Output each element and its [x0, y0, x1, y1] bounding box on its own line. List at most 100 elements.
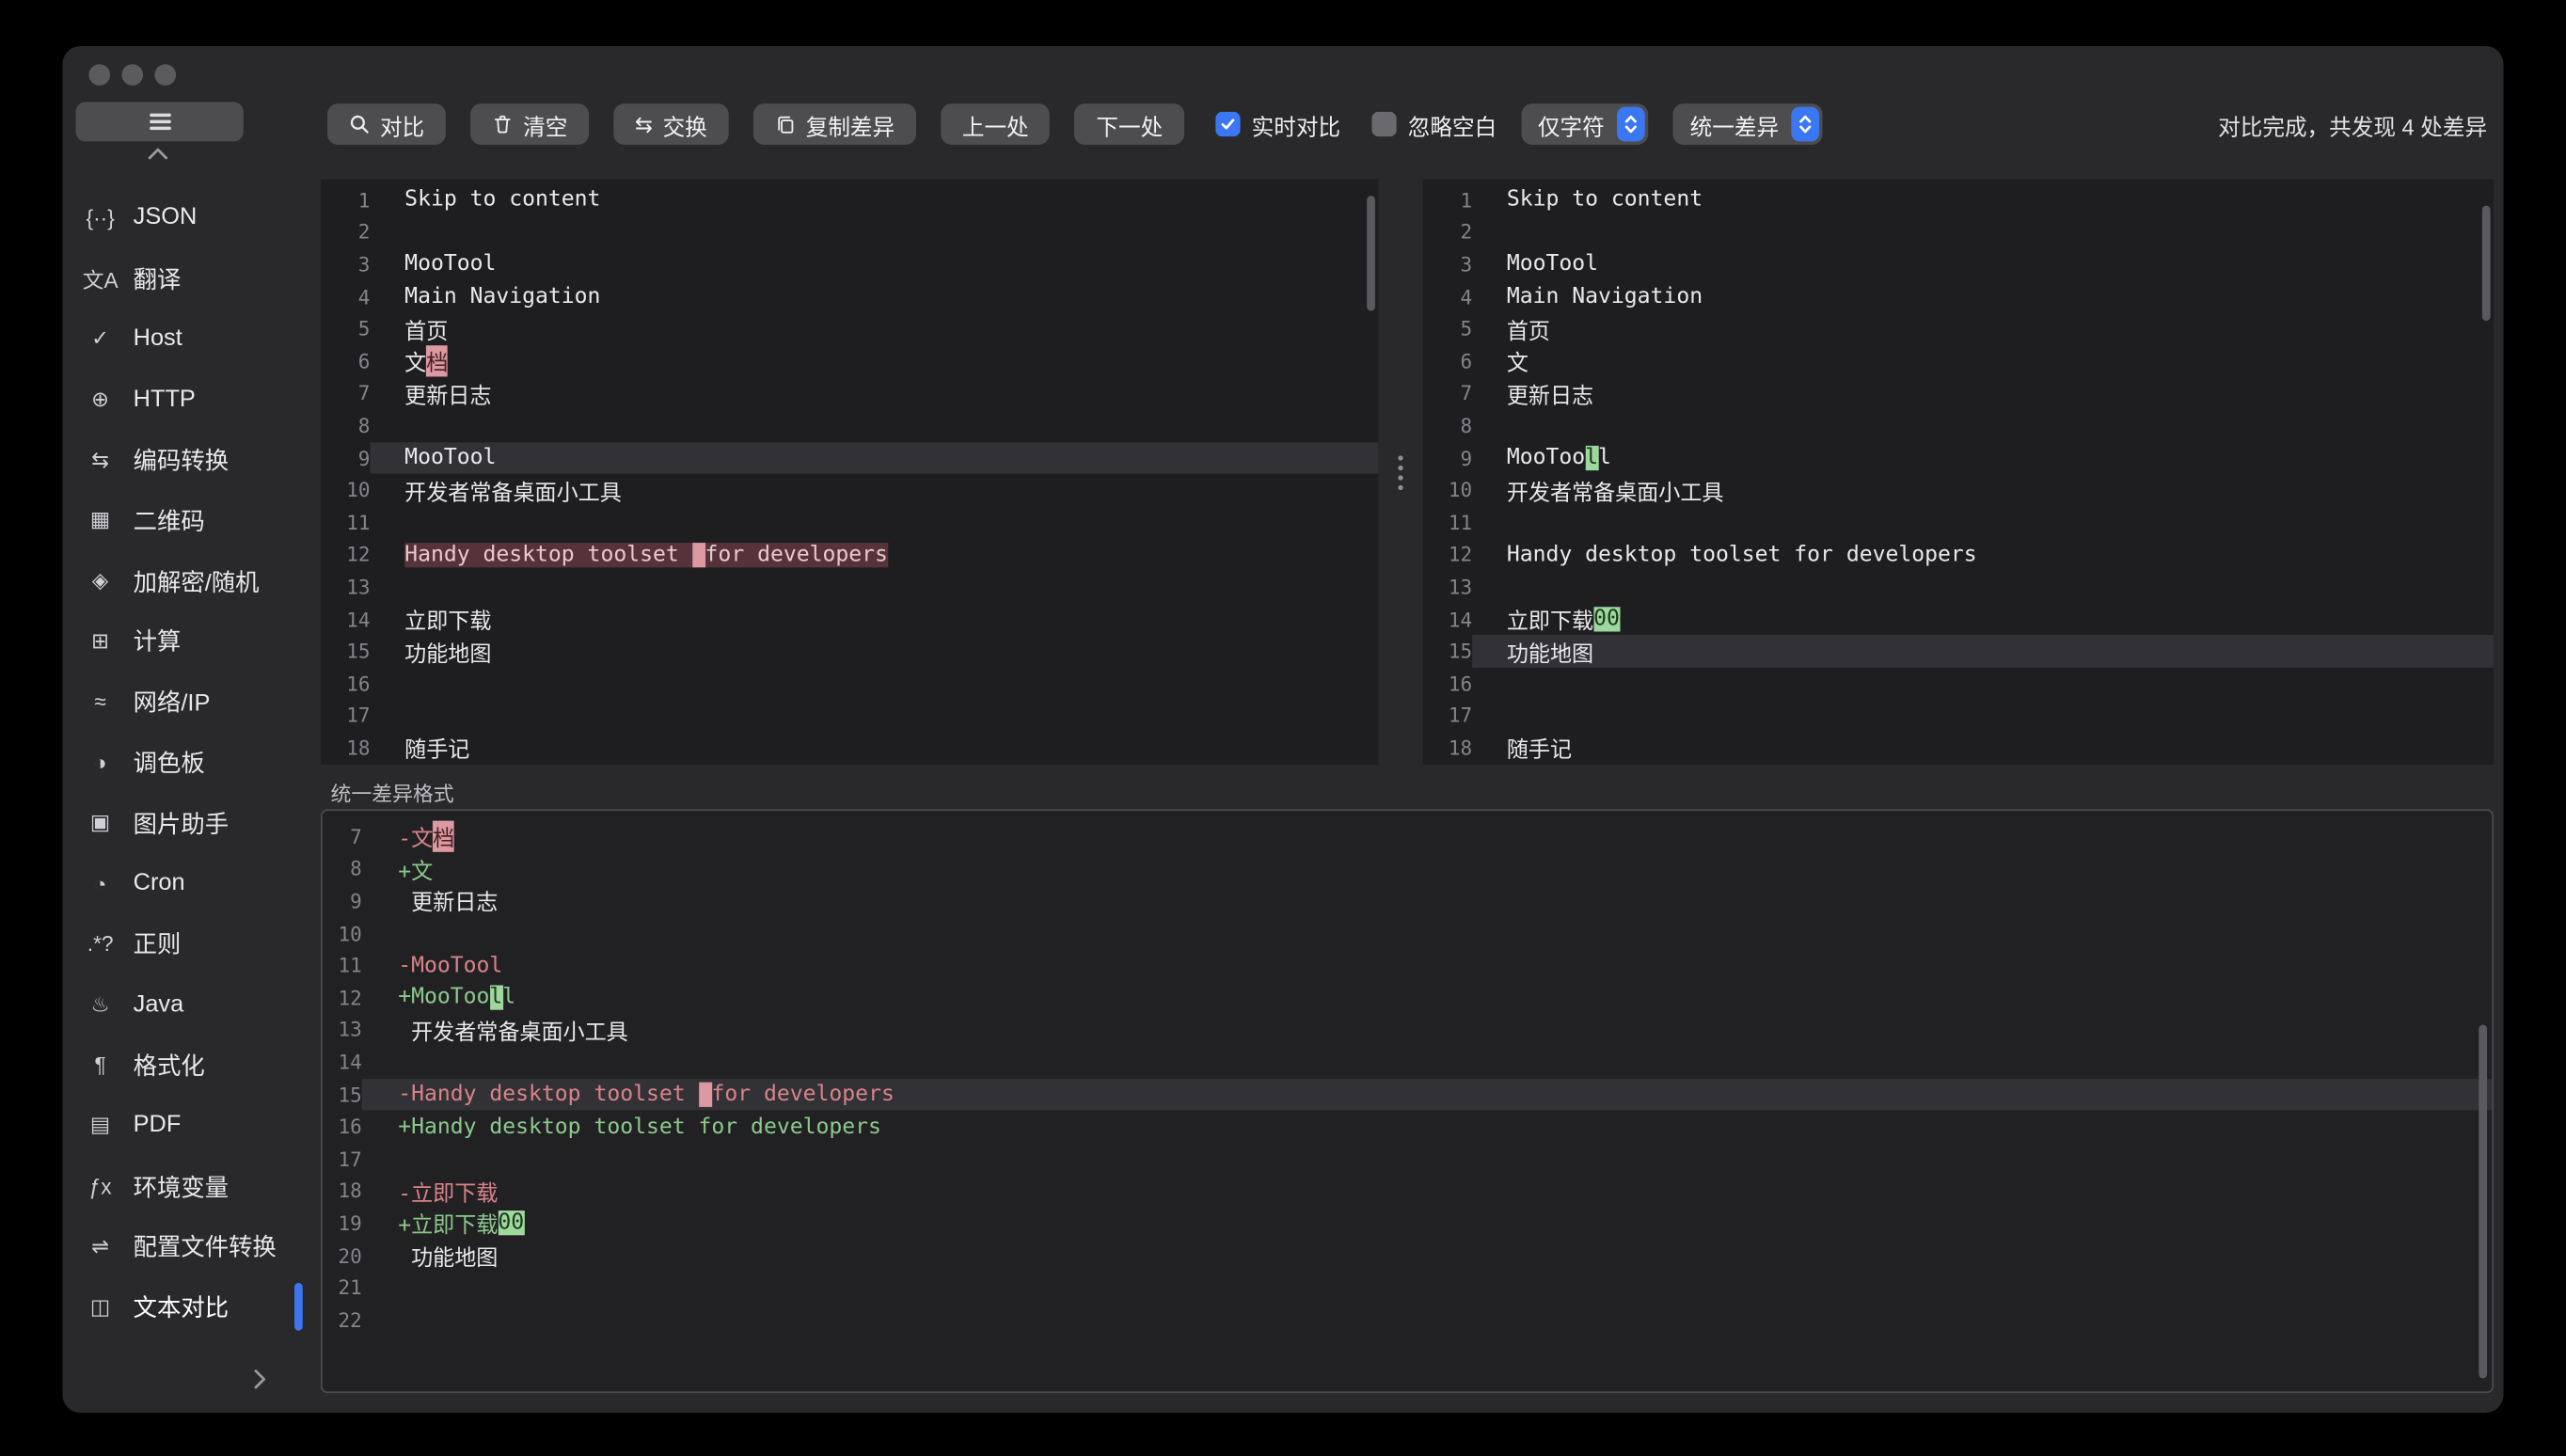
next-diff-button[interactable]: 下一处 [1075, 103, 1184, 145]
line-content: 文 [1472, 345, 2494, 377]
sidebar-item-label: 格式化 [134, 1048, 205, 1083]
code-line: 15-Handy desktop toolset for developers [323, 1079, 2493, 1111]
ignore-whitespace-checkbox[interactable]: 忽略空白 [1371, 108, 1497, 141]
code-line: 11-MooTool [323, 950, 2493, 982]
line-content: 功能地图 [370, 636, 1378, 668]
sidebar-item-palette[interactable]: ◑调色板 [62, 732, 312, 792]
sidebar-item-image[interactable]: ▣图片助手 [62, 793, 312, 853]
globe-icon: ⊕ [82, 387, 118, 413]
unified-diff-panel[interactable]: 7-文档8+文9 更新日志1011-MooTool12+MooTooll13 开… [321, 809, 2494, 1393]
sidebar-item-regex[interactable]: .*?正则 [62, 914, 312, 974]
code-line: 8+文 [323, 853, 2493, 885]
java-icon: ♨ [82, 991, 118, 1018]
code-line: 15功能地图 [321, 636, 1378, 668]
cipher-icon: ◈ [82, 568, 118, 594]
line-content: Handy desktop toolset for developers [1472, 539, 2494, 571]
convert-icon: ⇌ [82, 1233, 118, 1259]
code-line: 18-立即下载 [323, 1176, 2493, 1208]
zoom-button[interactable] [154, 64, 176, 86]
code-line: 3MooTool [1423, 248, 2494, 280]
sidebar-item-json[interactable]: {··}JSON [62, 187, 312, 247]
code-line: 15功能地图 [1423, 636, 2494, 668]
left-editor[interactable]: 1Skip to content23MooTool4Main Navigatio… [321, 180, 1378, 766]
code-line: 16 [1423, 668, 2494, 700]
sidebar-item-encoding[interactable]: ⇆编码转换 [62, 430, 312, 490]
line-number: 3 [321, 253, 370, 276]
left-editor-scrollbar[interactable] [1367, 196, 1375, 310]
sidebar-item-crypto[interactable]: ◈加解密/随机 [62, 550, 312, 610]
clear-button[interactable]: 清空 [470, 103, 589, 145]
sidebar-expand-button[interactable] [253, 1369, 266, 1390]
line-content: Handy desktop toolset for developers [370, 539, 1378, 571]
code-line: 10开发者常备桌面小工具 [321, 474, 1378, 506]
realtime-compare-checkbox[interactable]: 实时对比 [1215, 108, 1340, 141]
code-line: 6文 [1423, 345, 2494, 377]
code-line: 17 [323, 1143, 2493, 1175]
sidebar-menu-button[interactable] [75, 102, 243, 141]
line-content [370, 216, 1378, 248]
hamburger-icon [149, 114, 170, 130]
line-number: 9 [1423, 447, 1472, 469]
sidebar-item-calc[interactable]: ⊞计算 [62, 611, 312, 672]
line-content: Skip to content [1472, 184, 2494, 216]
sidebar: {··}JSON文A翻译✓Host⊕HTTP⇆编码转换▦二维码◈加解密/随机⊞计… [62, 46, 312, 1413]
prev-diff-button[interactable]: 上一处 [941, 103, 1050, 145]
copy-diff-button[interactable]: 复制差异 [753, 103, 916, 145]
code-line: 11 [321, 506, 1378, 538]
toolbar: 对比 清空 ⇆ 交换 复制差异 [327, 103, 2491, 145]
pane-splitter[interactable] [1378, 180, 1422, 766]
window-controls [88, 64, 176, 86]
sidebar-item-host[interactable]: ✓Host [62, 309, 312, 369]
sidebar-item-env[interactable]: ƒx环境变量 [62, 1156, 312, 1216]
swap-button[interactable]: ⇆ 交换 [613, 103, 728, 145]
checkbox-unchecked-icon [1371, 112, 1396, 136]
line-number: 7 [1423, 382, 1472, 404]
line-number: 18 [1423, 736, 1472, 759]
line-content: -Handy desktop toolset for developers [362, 1079, 2493, 1111]
line-content: 功能地图 [1472, 636, 2494, 668]
code-line: 3MooTool [321, 248, 1378, 280]
line-number: 4 [1423, 286, 1472, 309]
sidebar-item-cron[interactable]: ◔Cron [62, 853, 312, 913]
drag-handle-icon [1398, 450, 1402, 494]
line-number: 3 [1423, 253, 1472, 276]
clear-label: 清空 [523, 108, 567, 141]
line-content: 立即下载 [370, 603, 1378, 635]
granularity-select[interactable]: 仅字符 [1521, 103, 1649, 145]
compare-button[interactable]: 对比 [327, 103, 446, 145]
line-number: 13 [323, 1019, 362, 1041]
code-line: 18随手记 [321, 732, 1378, 764]
code-line: 22 [323, 1305, 2493, 1337]
sidebar-item-translate[interactable]: 文A翻译 [62, 248, 312, 309]
sidebar-item-label: Host [134, 325, 182, 352]
sidebar-item-textdiff[interactable]: ◫文本对比 [62, 1277, 312, 1337]
diff-panes: 1Skip to content23MooTool4Main Navigatio… [321, 180, 2494, 766]
compare-icon: ◫ [82, 1294, 118, 1321]
code-line: 12Handy desktop toolset for developers [321, 539, 1378, 571]
sidebar-item-network[interactable]: ≈网络/IP [62, 672, 312, 732]
code-line: 1Skip to content [1423, 184, 2494, 216]
scroll-up-icon[interactable] [148, 148, 167, 159]
sidebar-item-config[interactable]: ⇌配置文件转换 [62, 1216, 312, 1276]
right-editor-scrollbar[interactable] [2482, 206, 2491, 321]
sidebar-item-qrcode[interactable]: ▦二维码 [62, 490, 312, 550]
sidebar-item-label: 翻译 [134, 261, 182, 296]
unified-scrollbar[interactable] [2479, 1024, 2487, 1378]
sidebar-item-http[interactable]: ⊕HTTP [62, 369, 312, 429]
line-content: 文档 [370, 345, 1378, 377]
minimize-button[interactable] [121, 64, 143, 86]
line-number: 17 [323, 1147, 362, 1170]
line-number: 2 [321, 221, 370, 244]
line-number: 5 [1423, 318, 1472, 340]
sidebar-item-java[interactable]: ♨Java [62, 974, 312, 1035]
sidebar-item-format[interactable]: ¶格式化 [62, 1035, 312, 1095]
line-content [362, 1046, 2493, 1078]
code-line: 13 开发者常备桌面小工具 [323, 1014, 2493, 1046]
image-icon: ▣ [82, 810, 118, 836]
right-editor[interactable]: 1Skip to content23MooTool4Main Navigatio… [1423, 180, 2494, 766]
code-line: 11 [1423, 506, 2494, 538]
diff-format-select[interactable]: 统一差异 [1673, 103, 1823, 145]
line-content: 开发者常备桌面小工具 [370, 474, 1378, 506]
close-button[interactable] [88, 64, 110, 86]
sidebar-item-pdf[interactable]: ▤PDF [62, 1096, 312, 1156]
